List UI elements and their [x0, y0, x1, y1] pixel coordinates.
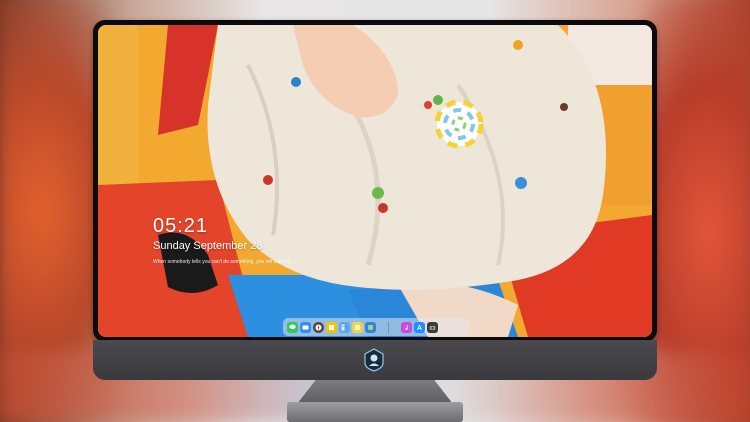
brand-logo-icon: [364, 348, 384, 372]
music-icon[interactable]: [401, 321, 412, 333]
settings-icon[interactable]: [365, 321, 376, 333]
dock: [283, 318, 469, 336]
monitor-stand-neck: [297, 380, 453, 404]
dock-separator: [388, 321, 389, 333]
files-icon[interactable]: [300, 321, 311, 333]
screen[interactable]: 05:21 Sunday September 28 When somebody …: [98, 25, 652, 337]
finder-icon[interactable]: [339, 321, 350, 333]
appstore-icon[interactable]: [414, 321, 425, 333]
monitor-bezel: 05:21 Sunday September 28 When somebody …: [93, 20, 657, 342]
messages-icon[interactable]: [287, 321, 298, 333]
wallpaper: [98, 25, 652, 337]
monitor-stand-base: [287, 402, 463, 422]
compass-icon[interactable]: [313, 321, 324, 333]
stickies-icon[interactable]: [352, 321, 363, 333]
lockscreen-quote: When somebody tells you can't do somethi…: [153, 259, 296, 265]
lockscreen-date: Sunday September 28: [153, 240, 263, 252]
monitor: 05:21 Sunday September 28 When somebody …: [93, 20, 657, 382]
camera-icon[interactable]: [427, 321, 438, 333]
lockscreen-time: 05:21: [153, 215, 209, 237]
notes-icon[interactable]: [326, 321, 337, 333]
